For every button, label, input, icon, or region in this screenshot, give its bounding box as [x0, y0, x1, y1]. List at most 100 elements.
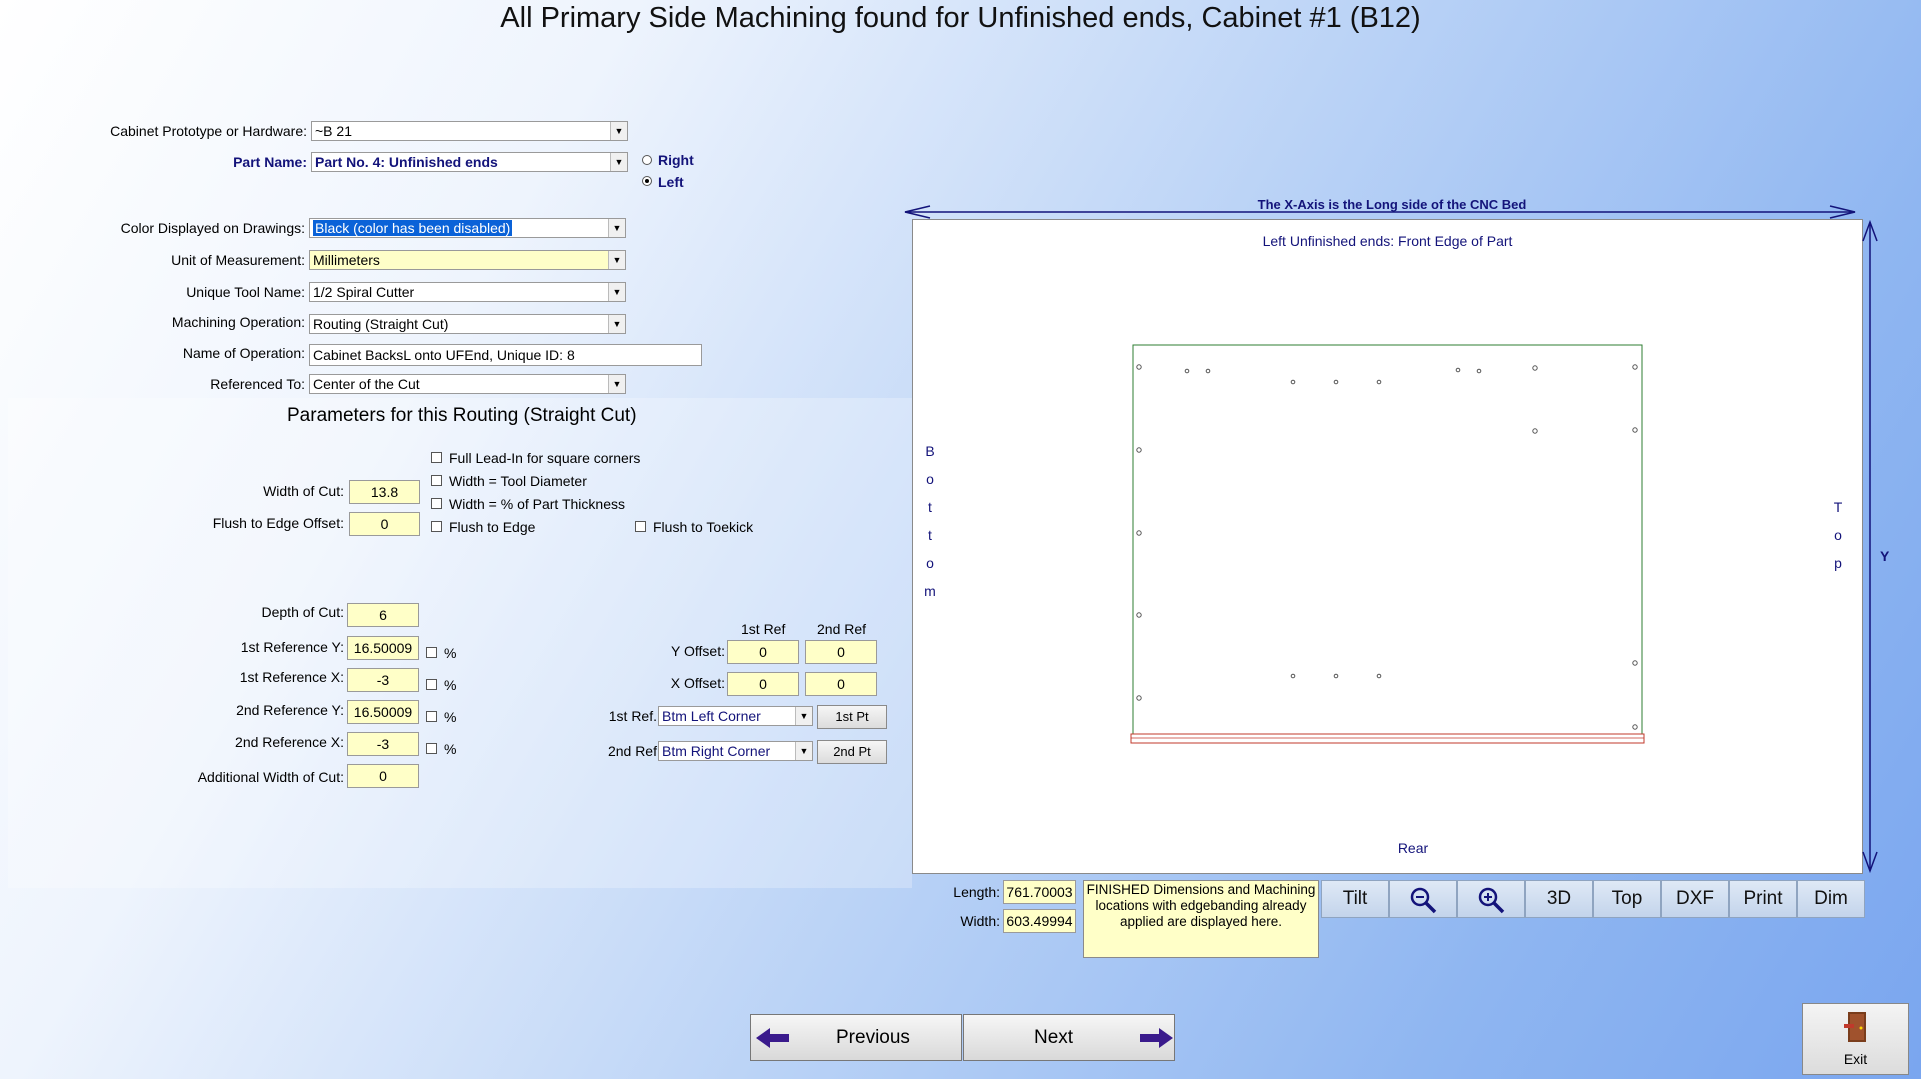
dropdown-arrow-icon[interactable]: ▼: [610, 153, 627, 171]
unit-label: Unit of Measurement:: [171, 252, 305, 268]
chk-full-lead-in[interactable]: [431, 452, 442, 463]
depth-input[interactable]: 6: [347, 603, 419, 627]
ref-to-select[interactable]: Center of the Cut ▼: [309, 374, 626, 394]
operation-label: Machining Operation:: [171, 314, 305, 330]
color-select[interactable]: Black (color has been disabled) ▼: [309, 218, 626, 238]
left-arrow-icon: [756, 1028, 789, 1048]
color-value: Black (color has been disabled): [313, 220, 513, 236]
width-of-cut-label: Width of Cut:: [263, 483, 344, 499]
radio-left-label[interactable]: Left: [658, 174, 684, 190]
chk-flush-toekick-label: Flush to Toekick: [653, 519, 754, 535]
prototype-select[interactable]: ~B 21 ▼: [311, 121, 628, 141]
dropdown-arrow-icon[interactable]: ▼: [610, 122, 627, 140]
radio-left[interactable]: [642, 176, 652, 186]
chk-flush-toekick[interactable]: [635, 521, 646, 532]
radio-right-label[interactable]: Right: [658, 152, 694, 168]
pct-label: %: [444, 677, 457, 693]
chk-full-lead-in-label: Full Lead-In for square corners: [449, 450, 641, 466]
dropdown-arrow-icon[interactable]: ▼: [608, 219, 625, 237]
right-arrow-icon: [1140, 1028, 1173, 1048]
drawing-canvas[interactable]: Left Unfinished ends: Front Edge of Part…: [912, 219, 1863, 874]
operation-select[interactable]: Routing (Straight Cut) ▼: [309, 314, 626, 334]
chk-pct-thickness[interactable]: [431, 498, 442, 509]
ref2-select[interactable]: Btm Right Corner ▼: [658, 741, 813, 761]
flush-offset-input[interactable]: 0: [349, 512, 420, 536]
ref1-y-label: 1st Reference Y:: [240, 639, 344, 655]
dxf-button[interactable]: DXF: [1661, 880, 1729, 918]
ref-to-label: Referenced To:: [210, 376, 305, 392]
zoom-out-button[interactable]: [1389, 880, 1457, 918]
zoom-out-icon: [1410, 887, 1437, 914]
pct-label: %: [444, 741, 457, 757]
dropdown-arrow-icon[interactable]: ▼: [795, 742, 812, 760]
dropdown-arrow-icon[interactable]: ▼: [608, 283, 625, 301]
exit-door-icon: [1843, 1012, 1866, 1042]
x-offset-2nd-input[interactable]: 0: [805, 672, 877, 696]
ref1-x-input[interactable]: -3: [347, 668, 419, 692]
dim-button[interactable]: Dim: [1797, 880, 1865, 918]
info-box: FINISHED Dimensions and Machining locati…: [1083, 880, 1319, 958]
first-point-button[interactable]: 1st Pt: [817, 705, 887, 729]
previous-label: Previous: [836, 1027, 910, 1048]
exit-button[interactable]: Exit: [1802, 1003, 1909, 1075]
y-offset-label: Y Offset:: [671, 643, 725, 659]
y-offset-1st-input[interactable]: 0: [727, 640, 799, 664]
length-label: Length:: [953, 884, 1000, 900]
next-label: Next: [1034, 1027, 1074, 1048]
ref2-value: Btm Right Corner: [662, 743, 771, 759]
page-title: All Primary Side Machining found for Unf…: [500, 2, 1421, 34]
ref2-y-pct-checkbox[interactable]: [426, 711, 437, 722]
x-axis-caption: The X-Axis is the Long side of the CNC B…: [1257, 197, 1527, 212]
next-button[interactable]: Next: [963, 1014, 1175, 1061]
chk-flush-edge-label: Flush to Edge: [449, 519, 536, 535]
previous-button[interactable]: Previous: [750, 1014, 962, 1061]
chk-tool-diameter[interactable]: [431, 475, 442, 486]
chk-flush-edge[interactable]: [431, 521, 442, 532]
op-name-input[interactable]: Cabinet BacksL onto UFEnd, Unique ID: 8: [309, 344, 702, 366]
operation-value: Routing (Straight Cut): [313, 316, 449, 332]
width-label: Width:: [960, 913, 1000, 929]
ref1-y-input[interactable]: 16.50009: [347, 636, 419, 660]
tool-select[interactable]: 1/2 Spiral Cutter ▼: [309, 282, 626, 302]
ref1-select[interactable]: Btm Left Corner ▼: [658, 706, 813, 726]
part-name-value: Part No. 4: Unfinished ends: [315, 154, 498, 170]
y-axis-arrow: [1862, 219, 1878, 874]
tool-value: 1/2 Spiral Cutter: [313, 284, 415, 300]
ref1-label: 1st Ref.: [608, 708, 657, 724]
ref1-x-label: 1st Reference X:: [239, 669, 344, 685]
ref-to-value: Center of the Cut: [313, 376, 420, 392]
dropdown-arrow-icon[interactable]: ▼: [608, 251, 625, 269]
radio-right[interactable]: [642, 155, 652, 165]
part-name-label: Part Name:: [233, 154, 307, 170]
ref2-y-input[interactable]: 16.50009: [347, 700, 419, 724]
part-drawing: [1130, 344, 1645, 744]
y-offset-2nd-input[interactable]: 0: [805, 640, 877, 664]
print-button[interactable]: Print: [1729, 880, 1797, 918]
ref1-y-pct-checkbox[interactable]: [426, 647, 437, 658]
zoom-in-button[interactable]: [1457, 880, 1525, 918]
tilt-button[interactable]: Tilt: [1321, 880, 1389, 918]
col-1st-ref-label: 1st Ref: [741, 621, 786, 637]
width-of-cut-input[interactable]: 13.8: [349, 480, 420, 504]
zoom-in-icon: [1478, 887, 1505, 914]
second-point-button[interactable]: 2nd Pt: [817, 740, 887, 764]
ref2-x-pct-checkbox[interactable]: [426, 743, 437, 754]
add-width-input[interactable]: 0: [347, 764, 419, 788]
ref2-x-input[interactable]: -3: [347, 732, 419, 756]
dropdown-arrow-icon[interactable]: ▼: [608, 375, 625, 393]
chk-pct-thickness-label: Width = % of Part Thickness: [449, 496, 625, 512]
3d-button[interactable]: 3D: [1525, 880, 1593, 918]
dropdown-arrow-icon[interactable]: ▼: [608, 315, 625, 333]
prototype-value: ~B 21: [315, 123, 352, 139]
x-offset-1st-input[interactable]: 0: [727, 672, 799, 696]
length-value: 761.70003: [1003, 880, 1076, 904]
ref1-x-pct-checkbox[interactable]: [426, 679, 437, 690]
unit-select[interactable]: Millimeters ▼: [309, 250, 626, 270]
part-name-select[interactable]: Part No. 4: Unfinished ends ▼: [311, 152, 628, 172]
dropdown-arrow-icon[interactable]: ▼: [795, 707, 812, 725]
exit-label: Exit: [1843, 1051, 1868, 1067]
x-offset-label: X Offset:: [670, 675, 725, 691]
unit-value: Millimeters: [313, 252, 380, 268]
top-view-button[interactable]: Top: [1593, 880, 1661, 918]
ref2-x-label: 2nd Reference X:: [235, 734, 344, 750]
